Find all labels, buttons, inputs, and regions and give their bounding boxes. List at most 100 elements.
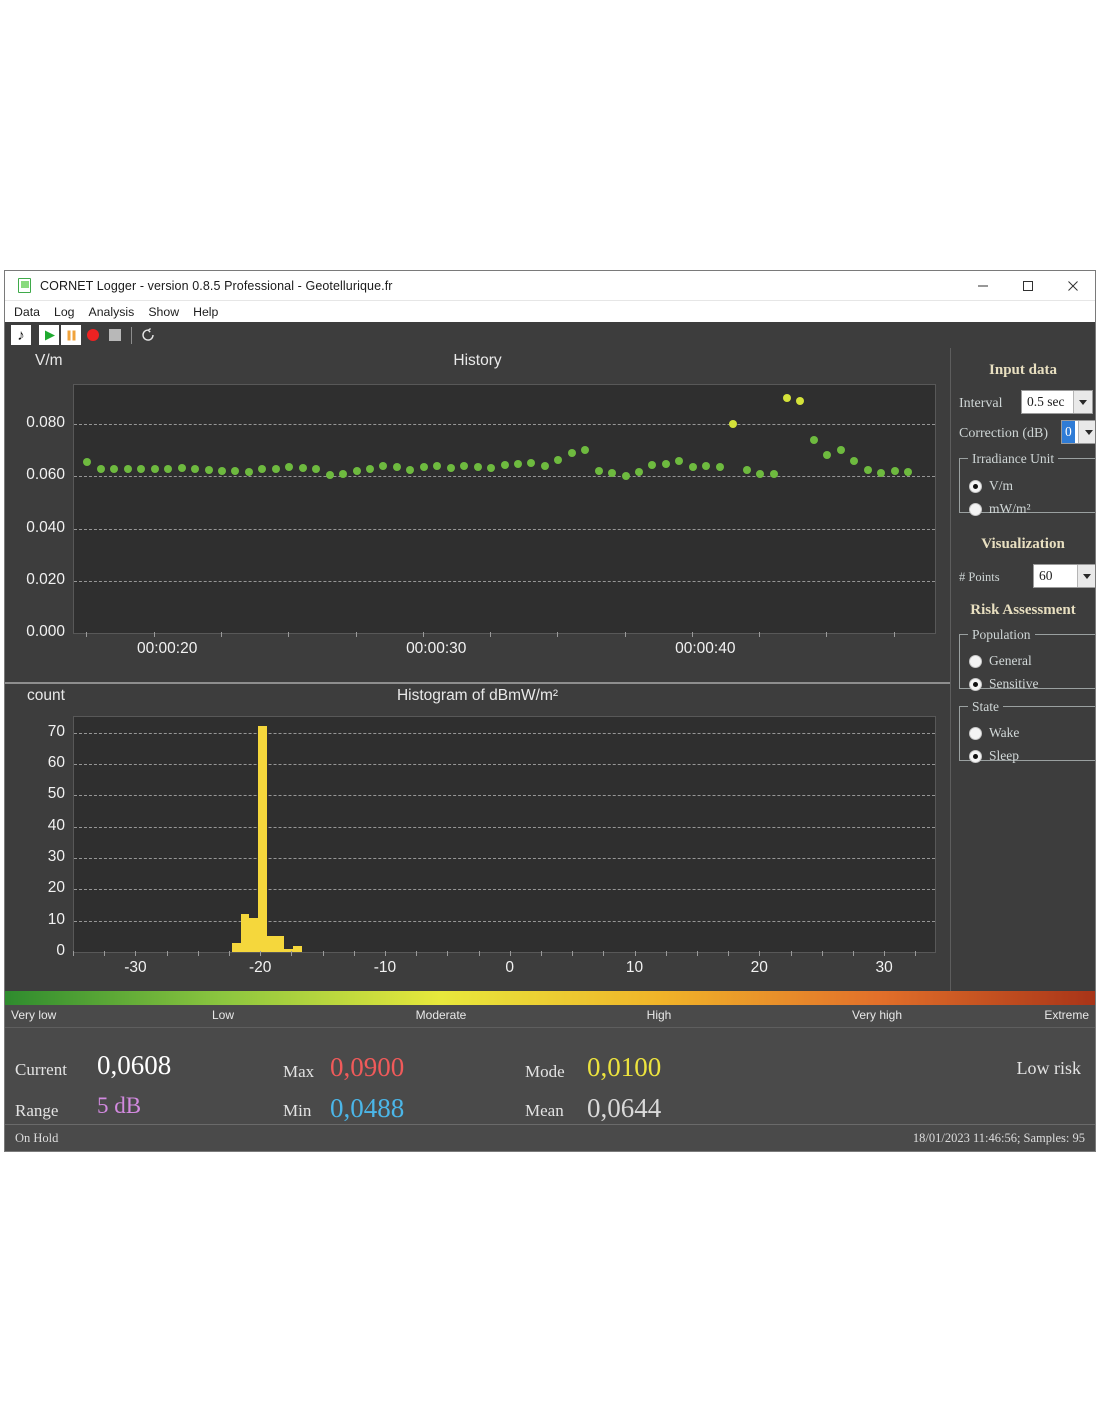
radio-indicator-icon [969,727,982,740]
scale-label: Very high [852,1008,902,1022]
stop-icon[interactable] [105,325,125,345]
max-label: Max [283,1062,314,1082]
main-area: V/m History 0.0000.0200.0400.0600.080 00… [5,348,1095,991]
data-point [702,462,710,470]
x-axis-tick-label: 10 [626,959,643,977]
x-axis-tick [323,951,324,956]
x-axis-tick [510,951,511,956]
data-point [137,465,145,473]
x-axis-tick [135,951,136,956]
radio-indicator-icon [969,750,982,763]
data-point [191,465,199,473]
x-axis-tick [490,632,491,637]
chevron-down-icon[interactable] [1077,565,1096,587]
interval-dropdown[interactable]: 0.5 sec [1021,390,1093,414]
y-axis-tick-label: 0.020 [26,571,65,589]
gridline [74,424,935,425]
points-dropdown[interactable]: 60 [1033,564,1096,588]
history-chart: V/m History 0.0000.0200.0400.0600.080 00… [5,348,950,684]
histogram-chart: count Histogram of dBmW/m² 0102030405060… [5,684,950,991]
data-point [178,464,186,472]
x-axis-tick [229,951,230,956]
data-point [595,467,603,475]
data-point [783,394,791,402]
x-axis-tick [572,951,573,956]
radio-indicator-icon [969,655,982,668]
population-group-label: Population [968,627,1035,643]
record-icon[interactable] [83,325,103,345]
data-point [245,468,253,476]
histogram-bar [258,726,267,952]
close-icon[interactable] [1050,271,1095,300]
gridline [74,764,935,765]
data-point [272,465,280,473]
radio-irradiance-mwm2[interactable]: mW/m² [969,501,1031,517]
correction-value[interactable]: 0 [1062,421,1075,443]
correction-stepper[interactable]: 0 [1061,420,1096,444]
menu-item-analysis[interactable]: Analysis [89,305,144,319]
input-data-title: Input data [951,362,1095,379]
cornet-logger-window: CORNET Logger - version 0.8.5 Profession… [4,270,1096,1152]
range-value: 5 dB [97,1093,141,1119]
y-axis-tick-label: 40 [48,817,65,835]
data-point [83,458,91,466]
x-axis-tick [221,632,222,637]
gridline [74,827,935,828]
data-point [110,465,118,473]
toolbar: ♪ [5,322,1095,348]
chevron-down-icon[interactable] [1073,391,1092,413]
menu-item-log[interactable]: Log [54,305,84,319]
pause-icon[interactable] [61,325,81,345]
mode-label: Mode [525,1062,565,1082]
radio-label: Sensitive [989,676,1039,692]
maximize-icon[interactable] [1005,271,1050,300]
scale-label: High [647,1008,672,1022]
y-axis-tick-label: 30 [48,848,65,866]
minimize-icon[interactable] [960,271,1005,300]
y-axis-tick-label: 20 [48,879,65,897]
radio-population-sensitive[interactable]: Sensitive [969,676,1039,692]
state-group-label: State [968,699,1003,715]
data-point [864,466,872,474]
x-axis-tick [728,951,729,956]
radio-state-sleep[interactable]: Sleep [969,748,1019,764]
radio-population-general[interactable]: General [969,653,1032,669]
status-right-text: 18/01/2023 11:46:56; Samples: 95 [913,1131,1085,1146]
side-panel: Input data Interval 0.5 sec Correction (… [950,348,1095,991]
data-point [622,472,630,480]
scale-label: Moderate [416,1008,467,1022]
history-plot-area [73,384,936,634]
data-point [891,467,899,475]
data-point [568,449,576,457]
data-point [837,446,845,454]
x-axis-tick-label: 00:00:40 [675,640,735,658]
radio-irradiance-vm[interactable]: V/m [969,478,1013,494]
data-point [608,469,616,477]
data-point [433,462,441,470]
radio-state-wake[interactable]: Wake [969,725,1019,741]
play-icon[interactable] [39,325,59,345]
menu-item-help[interactable]: Help [193,305,227,319]
radio-indicator-icon [969,480,982,493]
data-point [460,462,468,470]
histogram-bar [267,936,276,952]
gridline [74,858,935,859]
data-point [406,466,414,474]
histogram-bar [293,946,302,952]
data-point [393,463,401,471]
chevron-down-icon[interactable] [1078,421,1096,443]
menu-item-data[interactable]: Data [14,305,49,319]
data-point [205,466,213,474]
data-point [810,436,818,444]
refresh-icon[interactable] [138,325,158,345]
x-axis-tick [759,632,760,637]
menu-item-show[interactable]: Show [148,305,188,319]
x-axis-tick [697,951,698,956]
sound-icon[interactable]: ♪ [11,325,31,345]
data-point [379,462,387,470]
x-axis-tick [822,951,823,956]
max-value: 0,0900 [330,1052,404,1083]
data-point [662,460,670,468]
radio-label: Sleep [989,748,1019,764]
y-axis-tick-label: 50 [48,785,65,803]
